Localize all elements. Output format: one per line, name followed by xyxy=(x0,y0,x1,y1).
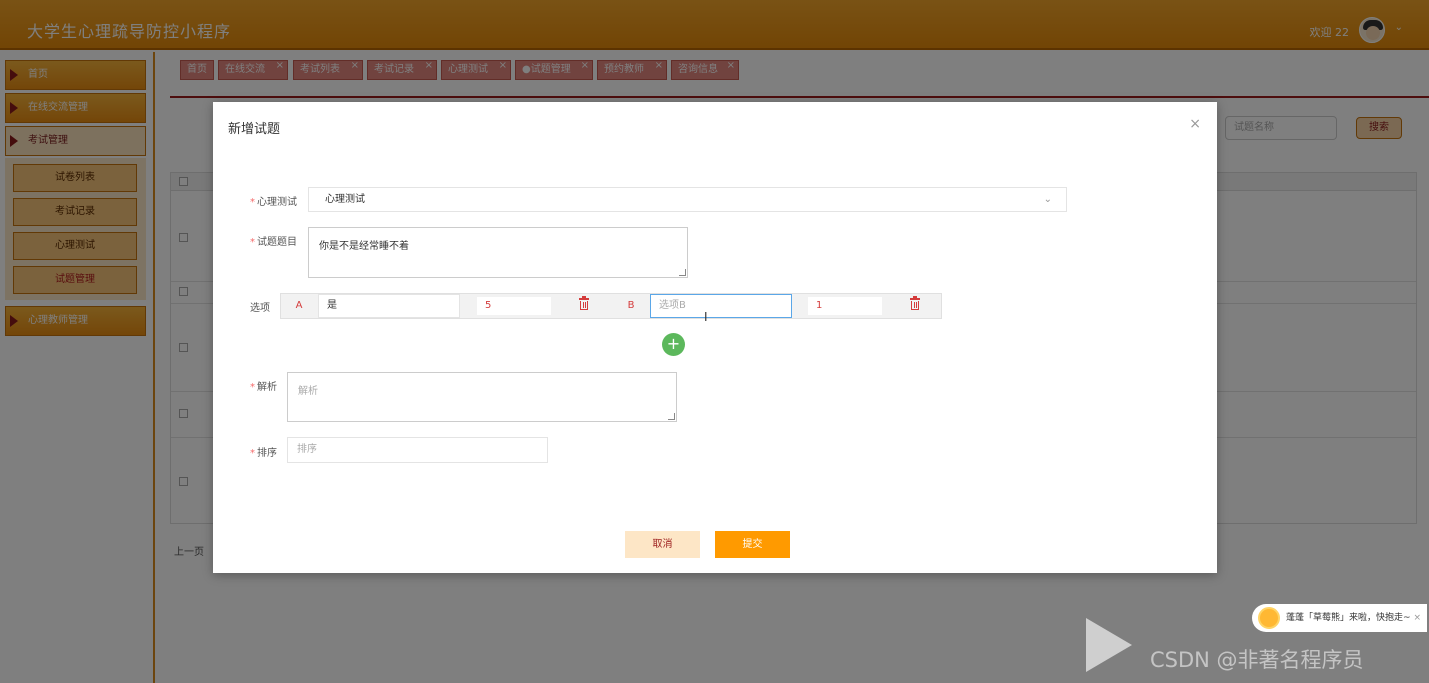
resize-grip-icon[interactable] xyxy=(668,413,675,420)
option-a-score-input[interactable]: 5 xyxy=(477,297,551,315)
option-letter: B xyxy=(613,294,649,318)
close-icon[interactable]: × xyxy=(1189,116,1201,132)
options-label: 选项 xyxy=(250,303,270,314)
option-b-score-input[interactable]: 1 xyxy=(808,297,882,315)
test-select[interactable]: 心理测试 ⌄ xyxy=(308,187,1067,212)
option-a-text-input[interactable]: 是 xyxy=(318,294,460,318)
analysis-textarea[interactable]: 解析 xyxy=(287,372,677,422)
textarea-placeholder: 解析 xyxy=(298,386,318,397)
video-watermark: CSDN @非著名程序员 xyxy=(1080,610,1429,683)
select-value: 心理测试 xyxy=(325,194,365,205)
submit-button[interactable]: 提交 xyxy=(715,531,790,558)
question-textarea[interactable]: 你是不是经常睡不着 xyxy=(308,227,688,278)
analysis-label: * 解析 xyxy=(250,382,277,393)
cancel-button[interactable]: 取消 xyxy=(625,531,700,558)
option-letter: A xyxy=(281,294,317,318)
sort-label: * 排序 xyxy=(250,448,277,459)
resize-grip-icon[interactable] xyxy=(679,269,686,276)
sort-input[interactable]: 排序 xyxy=(287,437,548,463)
test-label: * 心理测试 xyxy=(250,197,297,208)
option-b-text-input[interactable]: 选项B xyxy=(650,294,792,318)
chevron-down-icon: ⌄ xyxy=(1043,194,1052,205)
delete-icon[interactable] xyxy=(579,296,589,311)
add-option-button[interactable]: + xyxy=(662,333,685,356)
text-cursor-icon: I xyxy=(704,310,708,324)
dialog-title: 新增试题 xyxy=(228,122,281,137)
question-label: * 试题题目 xyxy=(250,237,297,248)
delete-icon[interactable] xyxy=(910,296,920,311)
textarea-value: 你是不是经常睡不着 xyxy=(319,241,409,252)
play-icon xyxy=(1086,618,1132,672)
watermark-text: CSDN @非著名程序员 xyxy=(1150,648,1364,672)
options-row: A 是 5 B 选项B 1 xyxy=(280,293,942,319)
add-question-dialog: 新增试题 × * 心理测试 心理测试 ⌄ * 试题题目 你是不是经常睡不着 选项 A… xyxy=(213,102,1217,573)
